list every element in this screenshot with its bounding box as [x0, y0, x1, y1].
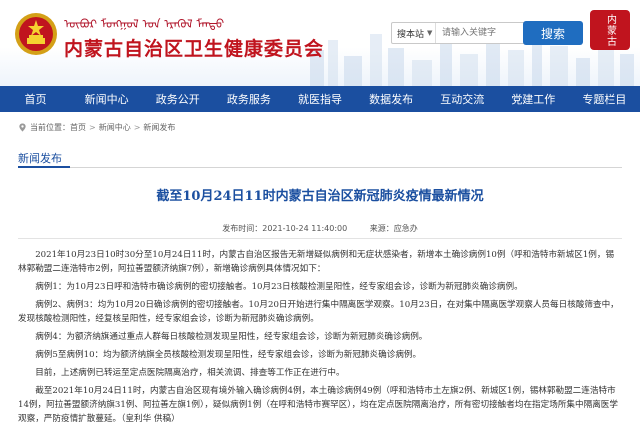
- article-meta: 发布时间：2021-10-24 11:40:00 来源：应急办: [0, 223, 640, 234]
- section-divider-accent: [18, 166, 70, 168]
- mongolian-site-title: ᠦᠪᠦᠷ ᠮᠤᠩᠭᠤᠯ ᠤᠨ ᠡᠷᠡᠬᠦᠯ ᠮᠡᠨᠳᠦ: [64, 17, 225, 31]
- nav-item-home[interactable]: 首页: [0, 91, 71, 107]
- search-scope-select[interactable]: 搜本站 ▼: [392, 23, 436, 43]
- breadcrumb-link-news-release[interactable]: 新闻发布: [143, 122, 175, 133]
- article-paragraph: 目前，上述病例已转运至定点医院隔离治疗，相关流调、排查等工作正在进行中。: [35, 368, 345, 378]
- section-title: 新闻发布: [18, 152, 62, 165]
- nav-item-interaction[interactable]: 互动交流: [427, 91, 498, 107]
- nav-item-medical-guide[interactable]: 就医指导: [284, 91, 355, 107]
- site-title[interactable]: 内蒙古自治区卫生健康委员会: [64, 34, 324, 61]
- national-emblem-icon: [15, 13, 57, 55]
- article-source: 来源：应急办: [369, 224, 418, 233]
- article-paragraph: 病例5至病例10：均为额济纳旗全员核酸检测发现呈阳性，经专家组会诊，诊断为新冠肺…: [35, 350, 422, 360]
- article-title: 截至10月24日11时内蒙古自治区新冠肺炎疫情最新情况: [156, 189, 484, 204]
- breadcrumb-separator: >: [89, 122, 96, 132]
- article-paragraph: 截至2021年10月24日11时，内蒙古自治区现有境外输入确诊病例4例，本土确诊…: [18, 386, 618, 424]
- site-header: ᠦᠪᠦᠷ ᠮᠤᠩᠭᠤᠯ ᠤᠨ ᠡᠷᠡᠬᠦᠯ ᠮᠡᠨᠳᠦ 内蒙古自治区卫生健康委员…: [0, 0, 640, 86]
- nav-item-party-building[interactable]: 党建工作: [498, 91, 569, 107]
- publish-time: 发布时间：2021-10-24 11:40:00: [222, 224, 348, 233]
- section-divider: [18, 167, 622, 168]
- article-paragraph: 病例2、病例3：均为10月20日确诊病例的密切接触者。10月20日开始进行集中隔…: [18, 300, 619, 324]
- breadcrumb-separator: >: [133, 122, 141, 132]
- breadcrumb-link-home[interactable]: 首页: [70, 122, 86, 133]
- search-button[interactable]: 搜索: [523, 21, 583, 45]
- article-body: 2021年10月23日10时30分至10月24日11时，内蒙古自治区报告无新增疑…: [18, 248, 622, 430]
- article-paragraph: 病例4：为额济纳旗通过重点人群每日核酸检测发现呈阳性，经专家组会诊，诊断为新冠肺…: [35, 332, 428, 342]
- chevron-down-icon: ▼: [427, 29, 433, 37]
- article-paragraph: 2021年10月23日10时30分至10月24日11时，内蒙古自治区报告无新增疑…: [18, 250, 615, 274]
- seal-logo: 内蒙古: [590, 10, 630, 50]
- breadcrumb: 当前位置： 首页 > 新闻中心 > 新闻发布: [18, 120, 175, 134]
- search-scope-label: 搜本站: [397, 29, 425, 40]
- nav-item-news[interactable]: 新闻中心: [71, 91, 142, 107]
- breadcrumb-link-news[interactable]: 新闻中心: [99, 122, 131, 133]
- main-nav: 首页 新闻中心 政务公开 政务服务 就医指导 数据发布 互动交流 党建工作 专题…: [0, 86, 640, 112]
- nav-item-gov-affairs[interactable]: 政务公开: [142, 91, 213, 107]
- nav-item-gov-services[interactable]: 政务服务: [213, 91, 284, 107]
- meta-divider: [18, 238, 622, 239]
- article-paragraph: 病例1：为10月23日呼和浩特市确诊病例的密切接触者。10月23日核酸检测呈阳性…: [35, 282, 523, 292]
- breadcrumb-prefix: 当前位置：: [30, 122, 70, 132]
- nav-item-special-topics[interactable]: 专题栏目: [569, 91, 640, 107]
- nav-item-data-release[interactable]: 数据发布: [356, 91, 427, 107]
- location-pin-icon: [19, 122, 26, 132]
